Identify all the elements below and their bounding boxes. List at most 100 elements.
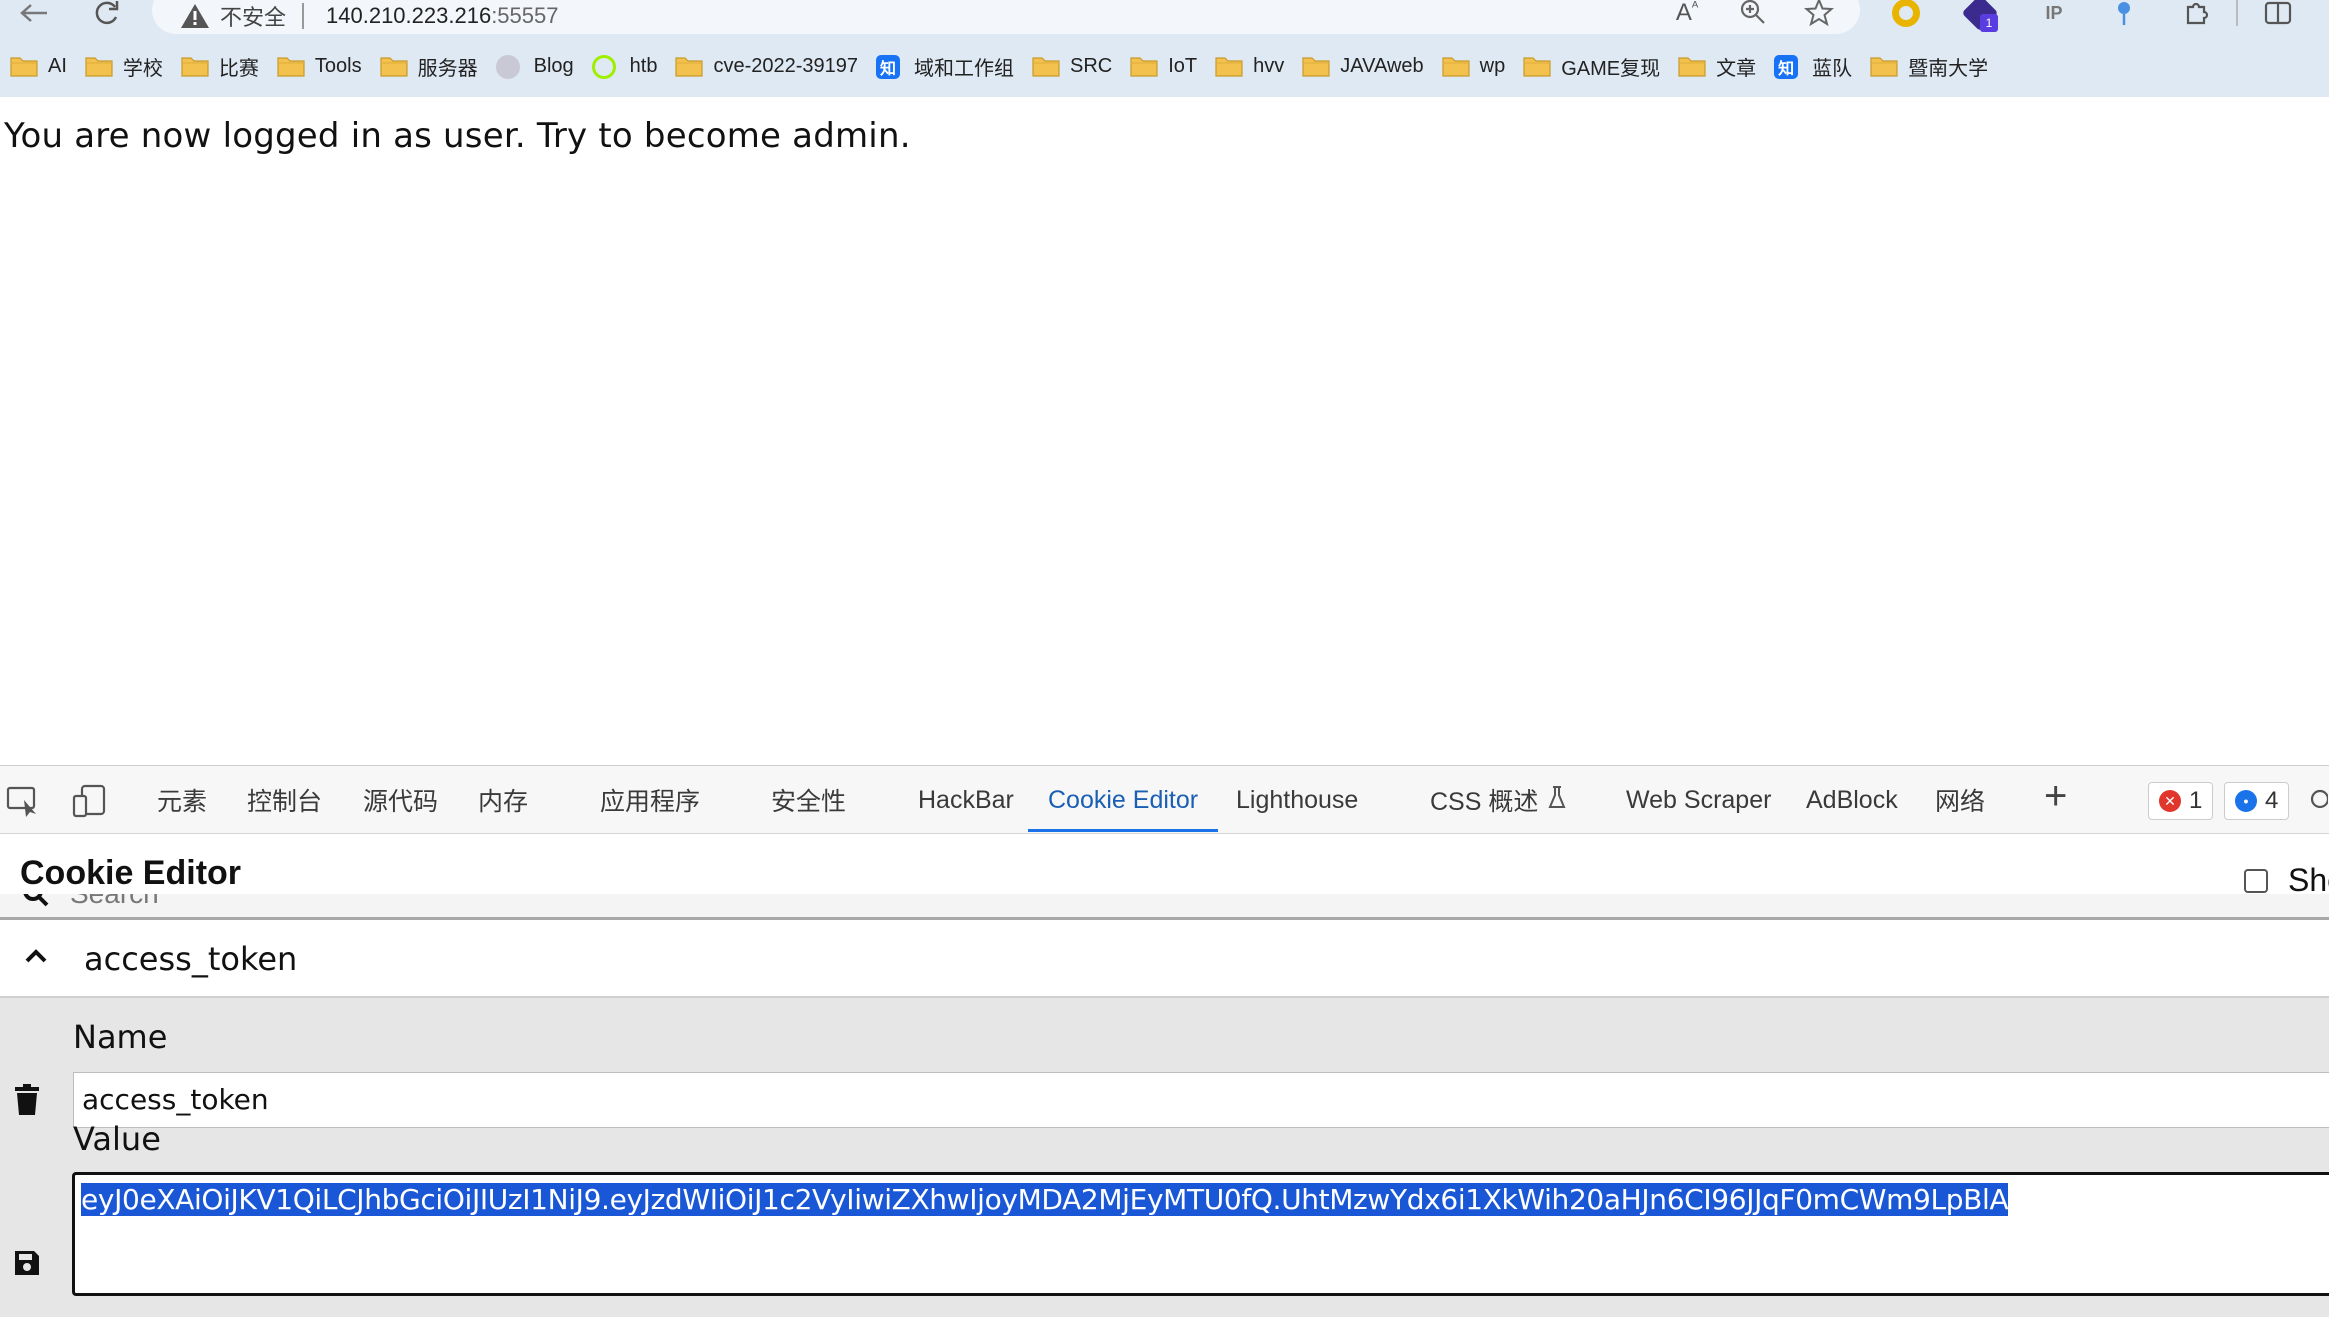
page-message: You are now logged in as user. Try to be… — [4, 116, 911, 156]
bookmark-label: Tools — [314, 54, 362, 77]
add-tab-icon[interactable]: + — [2044, 774, 2067, 819]
address-bar[interactable]: 不安全 140.210.223.216:55557 — [152, 0, 1860, 34]
search-icon — [22, 894, 50, 908]
reload-icon[interactable] — [86, 0, 126, 26]
settings-icon[interactable] — [2304, 784, 2329, 818]
folder-icon — [1870, 55, 1898, 77]
folder-icon — [10, 55, 38, 77]
errors-count: 1 — [2189, 787, 2203, 814]
delete-trash-icon[interactable] — [14, 1084, 40, 1116]
bookmark-item[interactable]: GAME复现 — [1523, 48, 1660, 84]
inspect-element-icon[interactable] — [6, 784, 42, 818]
pin-extension-icon[interactable] — [2106, 0, 2142, 30]
cookie-search[interactable]: Search — [0, 894, 2329, 917]
folder-icon — [1302, 55, 1330, 77]
bookmark-label: SRC — [1070, 54, 1113, 77]
extension-cube-icon[interactable]: 1 — [1961, 0, 1999, 32]
name-label: Name — [73, 1018, 168, 1056]
bookmark-item[interactable]: 文章 — [1678, 48, 1756, 84]
bookmark-label: 域和工作组 — [914, 57, 1015, 80]
bookmark-item[interactable]: IoT — [1130, 48, 1197, 84]
folder-icon — [181, 55, 209, 77]
bookmark-item[interactable]: 服务器 — [380, 48, 478, 84]
warning-icon — [180, 3, 210, 29]
tab-cookie-editor[interactable]: Cookie Editor — [1027, 766, 1219, 834]
value-field[interactable]: eyJ0eXAiOiJKV1QiLCJhbGciOiJIUzI1NiJ9.eyJ… — [72, 1172, 2329, 1296]
devtools-tabbar: 元素 控制台 源代码 内存 应用程序 安全性 HackBar Cookie Ed… — [0, 766, 2329, 834]
split-screen-icon[interactable] — [2260, 0, 2296, 30]
bookmark-item[interactable]: hvv — [1215, 48, 1284, 84]
cookie-name[interactable]: access_token — [84, 940, 297, 978]
blog-avatar-icon — [495, 55, 524, 79]
cookie-list-item[interactable]: access_token — [0, 920, 2329, 998]
bookmark-item[interactable]: Tools — [277, 48, 362, 84]
url-host: 140.210.223.216 — [326, 3, 492, 28]
folder-icon — [1130, 55, 1158, 77]
messages-badge[interactable]: • 4 — [2224, 782, 2290, 820]
bookmark-item[interactable]: cve-2022-39197 — [675, 48, 858, 84]
folder-icon — [1032, 55, 1060, 77]
search-input[interactable]: Search — [70, 894, 159, 910]
extension-ring-icon[interactable] — [1888, 0, 1924, 30]
save-floppy-icon[interactable] — [14, 1250, 40, 1276]
bookmark-label: htb — [629, 54, 658, 77]
bookmark-item[interactable]: 知蓝队 — [1774, 48, 1852, 84]
tab-security[interactable]: 安全性 — [771, 766, 846, 834]
tab-lighthouse[interactable]: Lighthouse — [1236, 766, 1358, 834]
bookmark-item[interactable]: AI — [10, 48, 67, 84]
message-icon: • — [2235, 790, 2257, 812]
bookmark-item[interactable]: JAVAweb — [1302, 48, 1424, 84]
tab-memory[interactable]: 内存 — [478, 766, 528, 834]
bookmark-label: 暨南大学 — [1908, 57, 1989, 80]
tab-css-overview[interactable]: CSS 概述 — [1430, 766, 1566, 834]
tab-console[interactable]: 控制台 — [247, 766, 322, 834]
toolbar-divider — [2236, 0, 2238, 26]
ip-extension-icon[interactable]: IP — [2036, 0, 2072, 30]
bookmark-item[interactable]: 学校 — [85, 48, 163, 84]
zhihu-icon: 知 — [876, 55, 904, 79]
chevron-up-icon[interactable] — [24, 938, 48, 972]
folder-icon — [1523, 55, 1551, 77]
folder-icon — [1678, 55, 1706, 77]
tab-adblock[interactable]: AdBlock — [1806, 766, 1898, 834]
tab-application[interactable]: 应用程序 — [600, 766, 700, 834]
bookmark-item[interactable]: Blog — [495, 48, 574, 84]
tab-elements[interactable]: 元素 — [157, 766, 207, 834]
folder-icon — [277, 55, 305, 77]
experiment-flask-icon — [1548, 785, 1566, 816]
name-field[interactable]: access_token — [73, 1072, 2329, 1128]
show-advanced-checkbox[interactable] — [2244, 868, 2268, 893]
url-text[interactable]: 140.210.223.216:55557 — [326, 3, 558, 29]
error-icon: ✕ — [2159, 790, 2181, 812]
messages-count: 4 — [2265, 787, 2279, 814]
htb-icon — [591, 55, 620, 79]
extensions-puzzle-icon[interactable] — [2178, 0, 2214, 30]
tab-sources[interactable]: 源代码 — [363, 766, 438, 834]
bookmark-label: cve-2022-39197 — [713, 54, 859, 77]
bookmark-item[interactable]: 知域和工作组 — [876, 48, 1014, 84]
value-label: Value — [73, 1120, 161, 1158]
bookmark-label: 文章 — [1716, 57, 1757, 80]
errors-badge[interactable]: ✕ 1 — [2148, 782, 2214, 820]
tab-hackbar[interactable]: HackBar — [918, 766, 1014, 834]
bookmark-item[interactable]: htb — [591, 48, 658, 84]
bookmark-label: wp — [1479, 54, 1506, 77]
bookmark-item[interactable]: wp — [1442, 48, 1506, 84]
device-emulation-icon[interactable] — [72, 784, 108, 818]
bookmark-item[interactable]: 暨南大学 — [1870, 48, 1988, 84]
tab-web-scraper[interactable]: Web Scraper — [1626, 766, 1771, 834]
bookmark-item[interactable]: 比赛 — [181, 48, 259, 84]
value-selected-text: eyJ0eXAiOiJKV1QiLCJhbGciOiJIUzI1NiJ9.eyJ… — [81, 1183, 2009, 1216]
insecure-label[interactable]: 不安全 — [220, 0, 286, 32]
bookmark-item[interactable]: SRC — [1032, 48, 1112, 84]
back-icon[interactable] — [14, 0, 54, 26]
favorite-star-icon[interactable] — [1802, 0, 1836, 28]
bookmark-label: 学校 — [122, 57, 163, 80]
read-aloud-icon[interactable]: Aᴬ — [1670, 0, 1704, 28]
tab-network[interactable]: 网络 — [1935, 766, 1985, 834]
address-separator — [302, 3, 305, 29]
bookmark-label: 比赛 — [218, 57, 259, 80]
bookmark-label: JAVAweb — [1340, 54, 1424, 77]
zoom-icon[interactable] — [1736, 0, 1770, 28]
bookmark-label: IoT — [1168, 54, 1198, 77]
